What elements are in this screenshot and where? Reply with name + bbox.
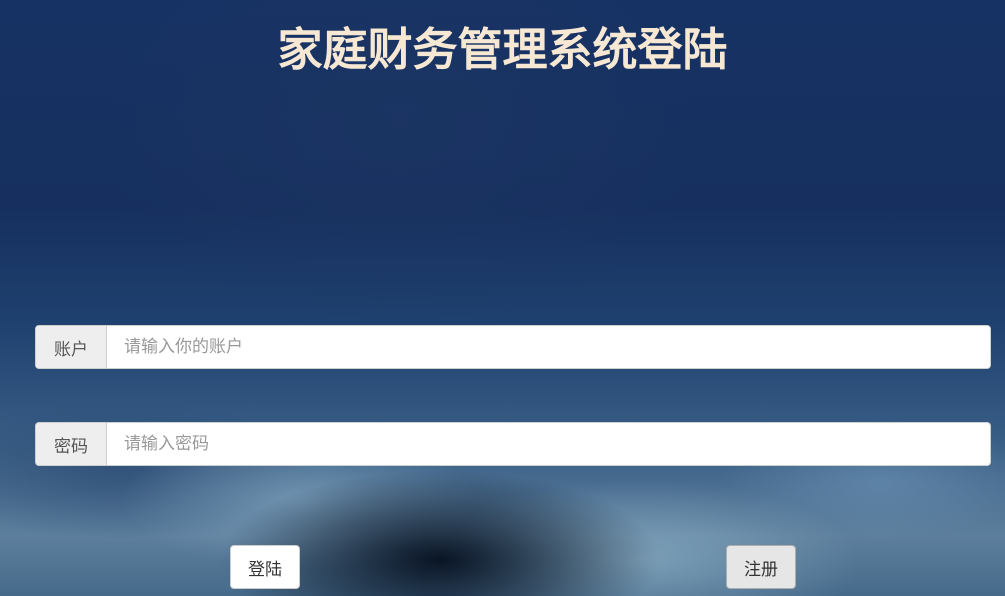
account-input[interactable] — [107, 326, 990, 368]
login-button[interactable]: 登陆 — [230, 545, 300, 589]
account-input-group: 账户 — [35, 325, 991, 369]
page-title: 家庭财务管理系统登陆 — [277, 23, 728, 76]
password-input-group: 密码 — [35, 422, 991, 466]
password-input[interactable] — [107, 423, 990, 465]
register-button[interactable]: 注册 — [726, 545, 796, 589]
account-label: 账户 — [36, 326, 107, 368]
password-label: 密码 — [36, 423, 107, 465]
